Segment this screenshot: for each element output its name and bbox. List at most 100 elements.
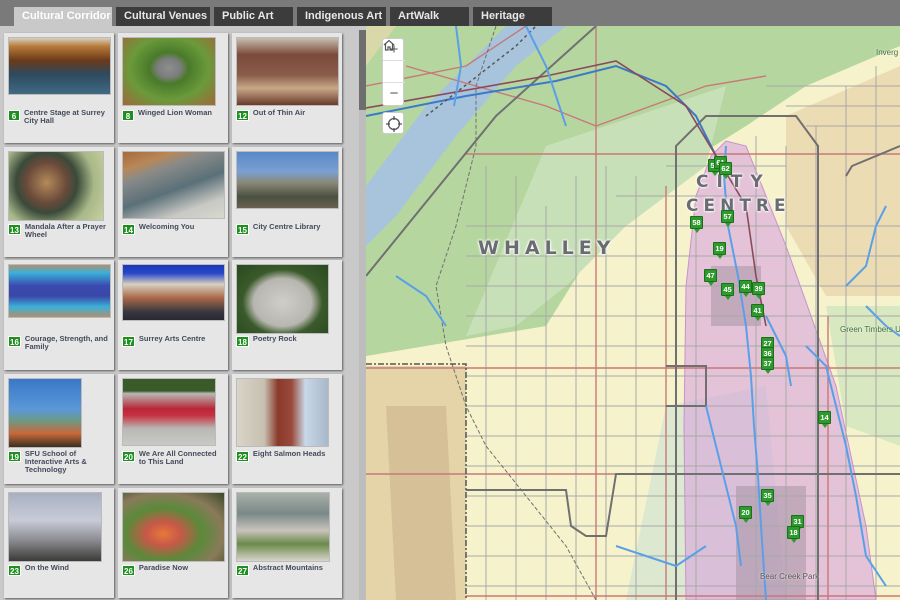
artwork-card[interactable]: 14 Welcoming You	[118, 147, 228, 257]
artwork-card[interactable]: 16 Courage, Strength, and Family	[4, 260, 114, 370]
map-pin[interactable]: 47	[704, 269, 717, 286]
artwork-thumbnail	[122, 151, 225, 219]
tab-indigenous-art[interactable]: Indigenous Art	[297, 7, 386, 26]
artwork-card[interactable]: 20 We Are All Connected to This Land	[118, 374, 228, 484]
artwork-card[interactable]: 15 City Centre Library	[232, 147, 342, 257]
city-centre-block	[711, 266, 761, 326]
map-pin[interactable]: 41	[751, 304, 764, 321]
artwork-title: Mandala After a Prayer Wheel	[24, 222, 106, 239]
map-pin[interactable]: 18	[787, 526, 800, 543]
artwork-list: 6 Centre Stage at Surrey City Hall 8 Win…	[0, 26, 366, 600]
map-label-city: CITY	[696, 172, 771, 192]
artwork-caption: 8 Winged Lion Woman	[122, 109, 224, 121]
crosshair-icon	[386, 116, 402, 132]
map-label-invergarry: Inverg	[876, 48, 899, 57]
artwork-number-badge: 17	[122, 336, 135, 347]
artwork-number-badge: 13	[8, 224, 21, 235]
artwork-thumbnail	[8, 151, 104, 221]
zoom-out-button[interactable]: −	[383, 83, 405, 105]
artwork-card[interactable]: 8 Winged Lion Woman	[118, 33, 228, 143]
artwork-caption: 13 Mandala After a Prayer Wheel	[8, 223, 110, 239]
tab-bar: Cultural Corridor Cultural Venues Public…	[0, 0, 900, 26]
tab-public-art[interactable]: Public Art	[214, 7, 293, 26]
map-pin[interactable]: 44	[739, 280, 752, 297]
map-pin[interactable]: 39	[752, 282, 765, 299]
artwork-thumbnail	[122, 492, 225, 562]
artwork-card[interactable]: 19 SFU School of Interactive Arts & Tech…	[4, 374, 114, 484]
artwork-caption: 6 Centre Stage at Surrey City Hall	[8, 109, 110, 125]
artwork-thumbnail	[8, 264, 111, 318]
artwork-caption: 23 On the Wind	[8, 564, 110, 576]
map-pin[interactable]: 35	[761, 489, 774, 506]
artwork-number-badge: 26	[122, 565, 135, 576]
artwork-number-badge: 15	[236, 224, 249, 235]
artwork-title: Out of Thin Air	[252, 108, 306, 117]
artwork-card[interactable]: 17 Surrey Arts Centre	[118, 260, 228, 370]
artwork-number-badge: 19	[8, 451, 21, 462]
map-pin[interactable]: 19	[713, 242, 726, 259]
artwork-title: Winged Lion Woman	[138, 108, 212, 117]
artwork-title: Centre Stage at Surrey City Hall	[24, 108, 105, 125]
artwork-number-badge: 12	[236, 110, 249, 121]
map-pin[interactable]: 58	[690, 216, 703, 233]
locate-button[interactable]	[382, 112, 404, 134]
tab-artwalk[interactable]: ArtWalk	[390, 7, 469, 26]
artwork-caption: 14 Welcoming You	[122, 223, 224, 235]
artwork-card[interactable]: 18 Poetry Rock	[232, 260, 342, 370]
tab-heritage[interactable]: Heritage	[473, 7, 552, 26]
artwork-caption: 20 We Are All Connected to This Land	[122, 450, 224, 466]
artwork-caption: 19 SFU School of Interactive Arts & Tech…	[8, 450, 110, 474]
artwork-thumbnail	[236, 378, 329, 447]
artwork-thumbnail	[122, 37, 216, 106]
artwork-title: Paradise Now	[138, 563, 189, 572]
tab-cultural-venues[interactable]: Cultural Venues	[116, 7, 210, 26]
artwork-card[interactable]: 27 Abstract Mountains	[232, 488, 342, 598]
artwork-number-badge: 14	[122, 224, 135, 235]
artwork-caption: 17 Surrey Arts Centre	[122, 335, 224, 347]
tab-cultural-corridor[interactable]: Cultural Corridor	[14, 7, 112, 26]
artwork-card[interactable]: 12 Out of Thin Air	[232, 33, 342, 143]
artwork-card[interactable]: 22 Eight Salmon Heads	[232, 374, 342, 484]
map-label-bear-creek-park: Bear Creek Park	[760, 572, 820, 581]
artwork-card[interactable]: 26 Paradise Now	[118, 488, 228, 598]
map-pin[interactable]: 45	[721, 283, 734, 300]
bear-creek-park-area	[736, 486, 806, 600]
artwork-caption: 15 City Centre Library	[236, 223, 338, 235]
artwork-number-badge: 16	[8, 336, 21, 347]
artwork-title: Eight Salmon Heads	[252, 449, 326, 458]
artwork-title: Welcoming You	[138, 222, 195, 231]
artwork-title: City Centre Library	[252, 222, 321, 231]
artwork-title: Poetry Rock	[252, 334, 297, 343]
artwork-title: We Are All Connected to This Land	[138, 449, 217, 466]
home-button[interactable]	[383, 39, 405, 83]
artwork-title: SFU School of Interactive Arts & Technol…	[24, 449, 87, 474]
artwork-caption: 12 Out of Thin Air	[236, 109, 338, 121]
artwork-title: Surrey Arts Centre	[138, 334, 206, 343]
artwork-number-badge: 8	[122, 110, 134, 121]
artwork-number-badge: 23	[8, 565, 21, 576]
home-icon	[383, 39, 395, 51]
map-pin[interactable]: 62	[719, 162, 732, 179]
artwork-thumbnail	[8, 37, 111, 95]
map-pin[interactable]: 37	[761, 357, 774, 374]
artwork-card[interactable]: 23 On the Wind	[4, 488, 114, 598]
artwork-title: Abstract Mountains	[252, 563, 323, 572]
artwork-thumbnail	[122, 378, 216, 446]
list-scrollbar-thumb[interactable]	[359, 30, 366, 110]
zoom-control: + −	[382, 38, 405, 106]
map-pin[interactable]: 14	[818, 411, 831, 428]
artwork-number-badge: 27	[236, 565, 249, 576]
artwork-number-badge: 22	[236, 451, 249, 462]
terrain-area	[386, 406, 456, 600]
artwork-caption: 18 Poetry Rock	[236, 335, 338, 347]
map-label-whalley: WHALLEY	[478, 237, 616, 259]
artwork-thumbnail	[236, 492, 330, 562]
artwork-card[interactable]: 6 Centre Stage at Surrey City Hall	[4, 33, 114, 143]
map-view[interactable]: + − WHALLEY CITY CENTRE Bear Creek Park …	[366, 26, 900, 600]
map-pin[interactable]: 20	[739, 506, 752, 523]
list-scrollbar[interactable]	[359, 30, 366, 600]
artwork-caption: 26 Paradise Now	[122, 564, 224, 576]
artwork-card[interactable]: 13 Mandala After a Prayer Wheel	[4, 147, 114, 257]
map-pin[interactable]: 57	[721, 210, 734, 227]
artwork-title: Courage, Strength, and Family	[24, 334, 108, 351]
